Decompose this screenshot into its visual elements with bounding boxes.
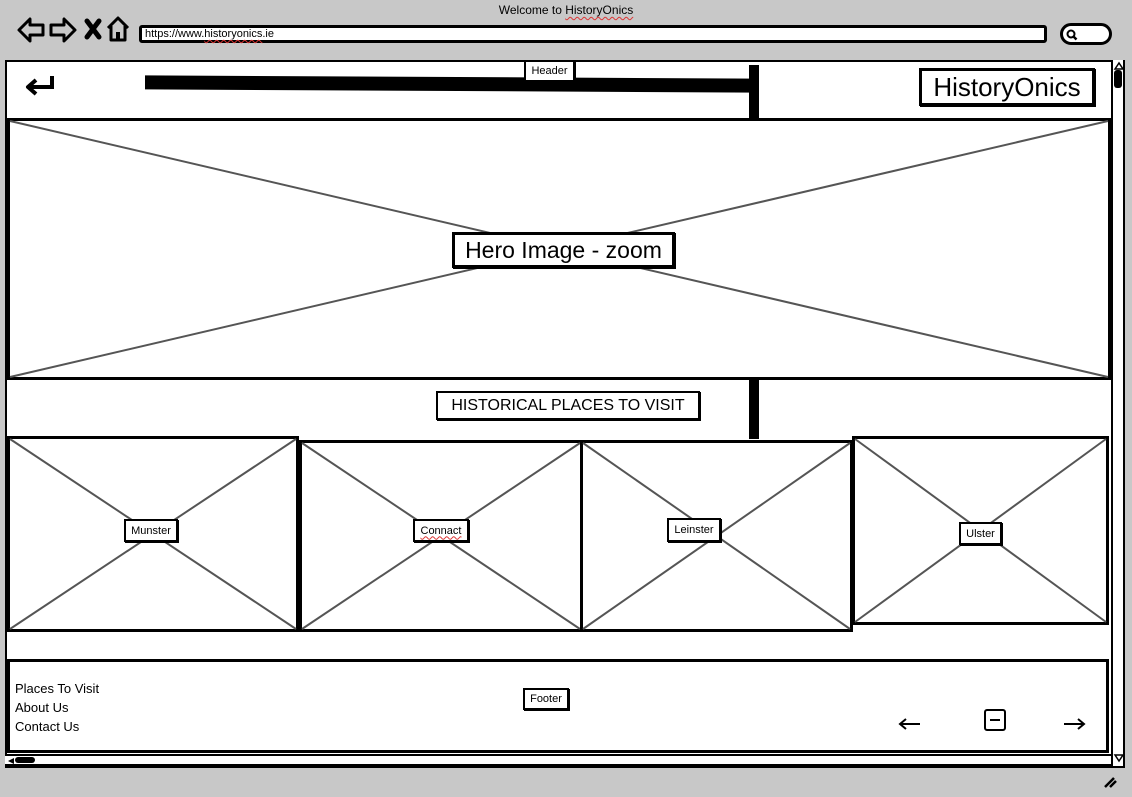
footer-link-about[interactable]: About Us bbox=[15, 700, 68, 715]
status-bar bbox=[5, 766, 1125, 792]
window-title: Welcome to HistoryOnics bbox=[498, 3, 634, 17]
home-icon[interactable] bbox=[106, 16, 130, 42]
scroll-thumb[interactable] bbox=[1114, 70, 1122, 88]
stop-icon[interactable] bbox=[84, 18, 102, 40]
footer-link-contact[interactable]: Contact Us bbox=[15, 719, 79, 734]
province-label-ulster: Ulster bbox=[959, 522, 1002, 545]
site-logo[interactable]: HistoryOnics bbox=[919, 68, 1095, 106]
minimize-icon[interactable] bbox=[984, 709, 1006, 731]
browser-titlebar: Welcome to HistoryOnics https://www.hist… bbox=[0, 0, 1132, 62]
section-divider-vertical bbox=[749, 380, 759, 439]
scroll-left-icon[interactable] bbox=[7, 757, 15, 765]
scroll-down-icon[interactable] bbox=[1113, 754, 1125, 763]
return-arrow-icon[interactable] bbox=[24, 74, 58, 98]
resize-grip-icon[interactable] bbox=[1103, 776, 1117, 788]
address-bar[interactable]: https://www.historyonics.ie bbox=[139, 25, 1047, 43]
header-divider-vertical bbox=[749, 65, 759, 118]
vertical-scrollbar[interactable] bbox=[1111, 60, 1125, 766]
horizontal-scrollbar[interactable] bbox=[5, 754, 1111, 766]
search-box[interactable] bbox=[1060, 23, 1112, 45]
hero-label: Hero Image - zoom bbox=[452, 232, 675, 268]
province-label-leinster: Leinster bbox=[667, 518, 721, 542]
province-label-connact: Connact bbox=[413, 519, 469, 542]
scroll-up-icon[interactable] bbox=[1113, 61, 1125, 70]
arrow-left-icon[interactable] bbox=[898, 717, 922, 731]
header-label: Header bbox=[524, 60, 575, 82]
footer-label: Footer bbox=[523, 688, 569, 710]
back-arrow-icon[interactable] bbox=[17, 17, 45, 43]
search-icon bbox=[1066, 29, 1078, 41]
section-title: HISTORICAL PLACES TO VISIT bbox=[436, 391, 700, 420]
footer-link-places[interactable]: Places To Visit bbox=[15, 681, 99, 696]
scroll-h-thumb[interactable] bbox=[15, 757, 35, 763]
province-label-munster: Munster bbox=[124, 519, 178, 542]
arrow-right-icon[interactable] bbox=[1062, 717, 1086, 731]
forward-arrow-icon[interactable] bbox=[49, 17, 77, 43]
